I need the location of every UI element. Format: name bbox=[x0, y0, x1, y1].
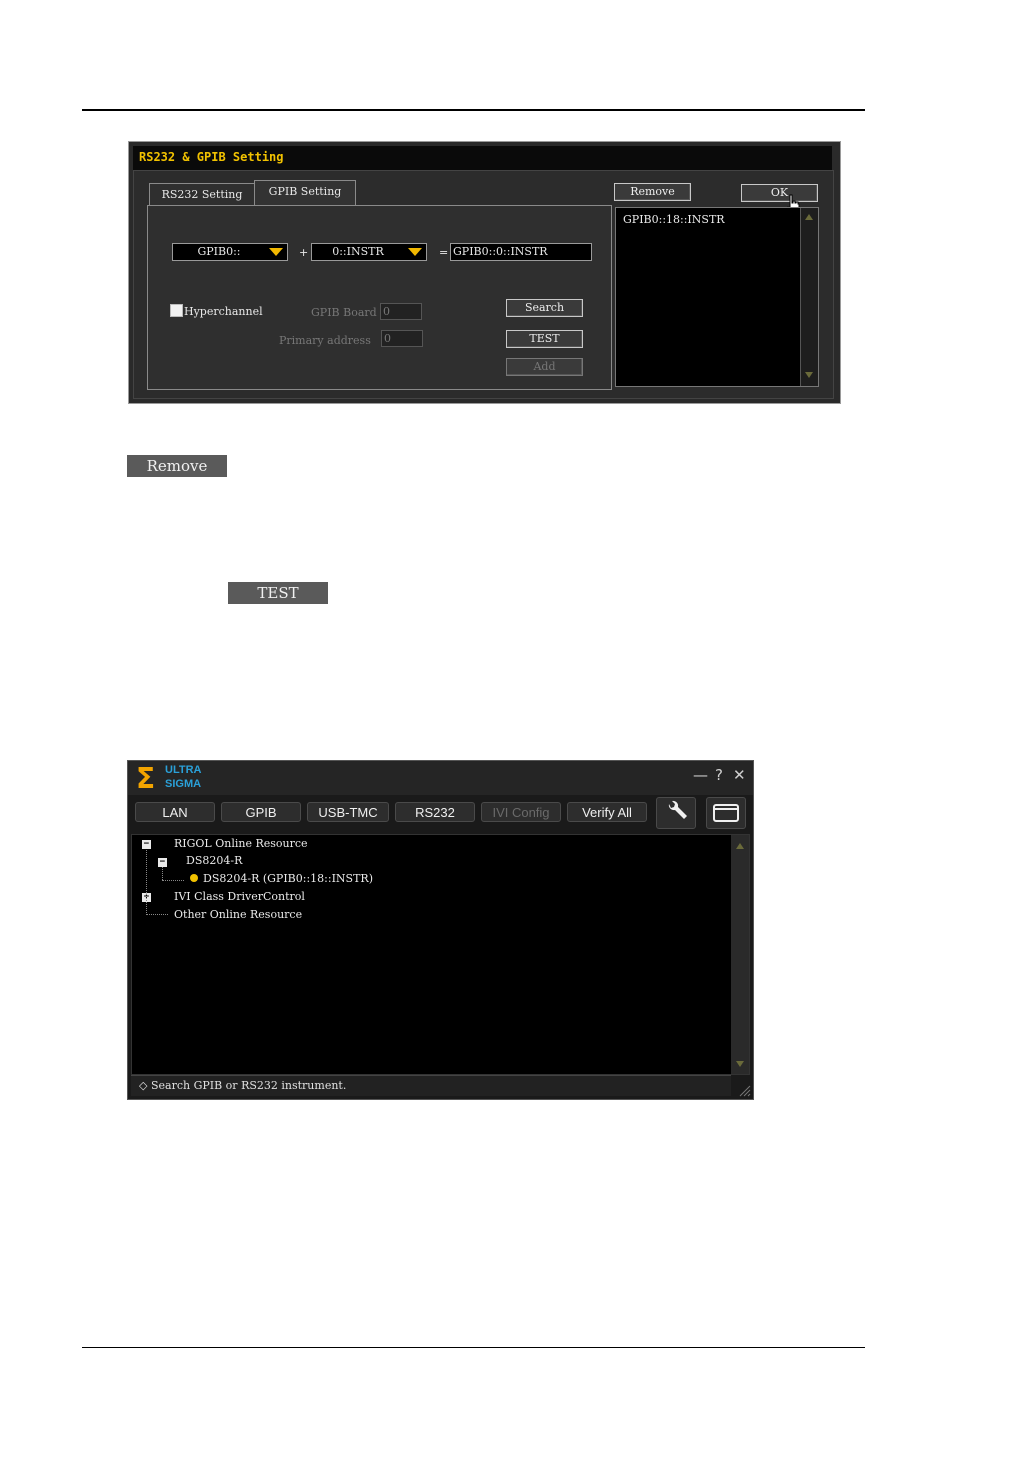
primary-address-label: Primary address bbox=[279, 334, 371, 347]
scroll-down-icon[interactable] bbox=[805, 372, 813, 378]
status-bar: ◇ Search GPIB or RS232 instrument. bbox=[131, 1075, 731, 1096]
tree-line bbox=[162, 880, 184, 882]
lightbulb-icon bbox=[190, 874, 198, 882]
collapse-icon[interactable]: − bbox=[158, 858, 167, 867]
tree-scrollbar[interactable] bbox=[731, 835, 749, 1074]
verify-all-button[interactable]: Verify All bbox=[567, 802, 647, 822]
test-button[interactable]: TEST bbox=[506, 330, 583, 348]
scroll-down-icon[interactable] bbox=[736, 1061, 744, 1067]
gpib-board-field[interactable]: 0 bbox=[380, 303, 422, 320]
address-select[interactable]: 0::INSTR bbox=[311, 243, 427, 261]
settings-button[interactable] bbox=[656, 797, 696, 829]
hyperchannel-label: Hyperchannel bbox=[184, 305, 263, 318]
add-button[interactable]: Add bbox=[506, 358, 583, 376]
primary-address-field[interactable]: 0 bbox=[381, 330, 423, 347]
tree-ivi-class[interactable]: IVI Class DriverControl bbox=[174, 890, 305, 903]
address-select-value: 0::INSTR bbox=[332, 245, 384, 258]
tree-other[interactable]: Other Online Resource bbox=[174, 908, 302, 921]
collapse-icon[interactable]: − bbox=[142, 840, 151, 849]
remove-button[interactable]: Remove bbox=[614, 183, 691, 201]
window-header: Σ ULTRA SIGMA — ? ✕ bbox=[128, 761, 753, 795]
window-icon bbox=[713, 804, 739, 822]
resource-result-value: GPIB0::0::INSTR bbox=[453, 245, 548, 258]
dropdown-arrow-icon bbox=[408, 248, 422, 256]
resource-list[interactable]: GPIB0::18::INSTR bbox=[615, 207, 819, 387]
gpib-button[interactable]: GPIB bbox=[221, 802, 301, 822]
window-button[interactable] bbox=[706, 797, 746, 829]
tab-gpib-setting[interactable]: GPIB Setting bbox=[254, 180, 356, 207]
header-rule bbox=[82, 109, 865, 111]
hyperchannel-checkbox[interactable] bbox=[170, 304, 183, 317]
resource-list-item[interactable]: GPIB0::18::INSTR bbox=[623, 213, 725, 226]
test-button-image: TEST bbox=[228, 582, 328, 604]
dropdown-arrow-icon bbox=[269, 248, 283, 256]
ivi-config-button[interactable]: IVI Config bbox=[481, 802, 561, 822]
logo-text-sigma: SIGMA bbox=[165, 778, 202, 790]
logo-text-ultra: ULTRA bbox=[165, 764, 202, 776]
gpib-board-label: GPIB Board bbox=[311, 306, 377, 319]
ok-button[interactable]: OK bbox=[741, 184, 818, 202]
wrench-icon bbox=[668, 800, 687, 819]
diamond-icon: ◇ bbox=[139, 1079, 151, 1092]
scroll-up-icon[interactable] bbox=[736, 843, 744, 849]
ultra-sigma-window: Σ ULTRA SIGMA — ? ✕ LAN GPIB USB-TMC RS2… bbox=[127, 760, 754, 1100]
tree-root-rigol[interactable]: RIGOL Online Resource bbox=[174, 837, 308, 850]
rs232-button[interactable]: RS232 bbox=[395, 802, 475, 822]
resource-list-scrollbar[interactable] bbox=[800, 208, 818, 386]
usb-tmc-button[interactable]: USB-TMC bbox=[307, 802, 389, 822]
sigma-logo-icon: Σ bbox=[136, 762, 156, 795]
tree-instrument[interactable]: DS8204-R (GPIB0::18::INSTR) bbox=[203, 872, 373, 885]
tab-rs232-setting[interactable]: RS232 Setting bbox=[149, 183, 255, 207]
resource-tree-panel bbox=[131, 834, 750, 1075]
plus-sign: + bbox=[299, 246, 309, 259]
resize-grip-icon[interactable] bbox=[737, 1083, 751, 1097]
minimize-icon[interactable]: — bbox=[693, 766, 708, 784]
footer-rule bbox=[82, 1347, 865, 1348]
search-button[interactable]: Search bbox=[506, 299, 583, 317]
board-select-value: GPIB0:: bbox=[197, 245, 241, 258]
remove-button-image: Remove bbox=[127, 455, 227, 477]
equals-sign: = bbox=[439, 246, 449, 259]
tree-line bbox=[146, 914, 168, 916]
tree-device[interactable]: DS8204-R bbox=[186, 854, 242, 867]
board-select[interactable]: GPIB0:: bbox=[172, 243, 288, 261]
dialog-title: RS232 & GPIB Setting bbox=[133, 146, 832, 170]
tree-line bbox=[146, 850, 148, 913]
tree-line bbox=[162, 867, 164, 880]
resource-result-field: GPIB0::0::INSTR bbox=[450, 243, 592, 261]
lan-button[interactable]: LAN bbox=[135, 802, 215, 822]
scroll-up-icon[interactable] bbox=[805, 214, 813, 220]
help-icon[interactable]: ? bbox=[715, 766, 723, 784]
status-text: Search GPIB or RS232 instrument. bbox=[150, 1079, 347, 1092]
close-icon[interactable]: ✕ bbox=[733, 766, 746, 784]
